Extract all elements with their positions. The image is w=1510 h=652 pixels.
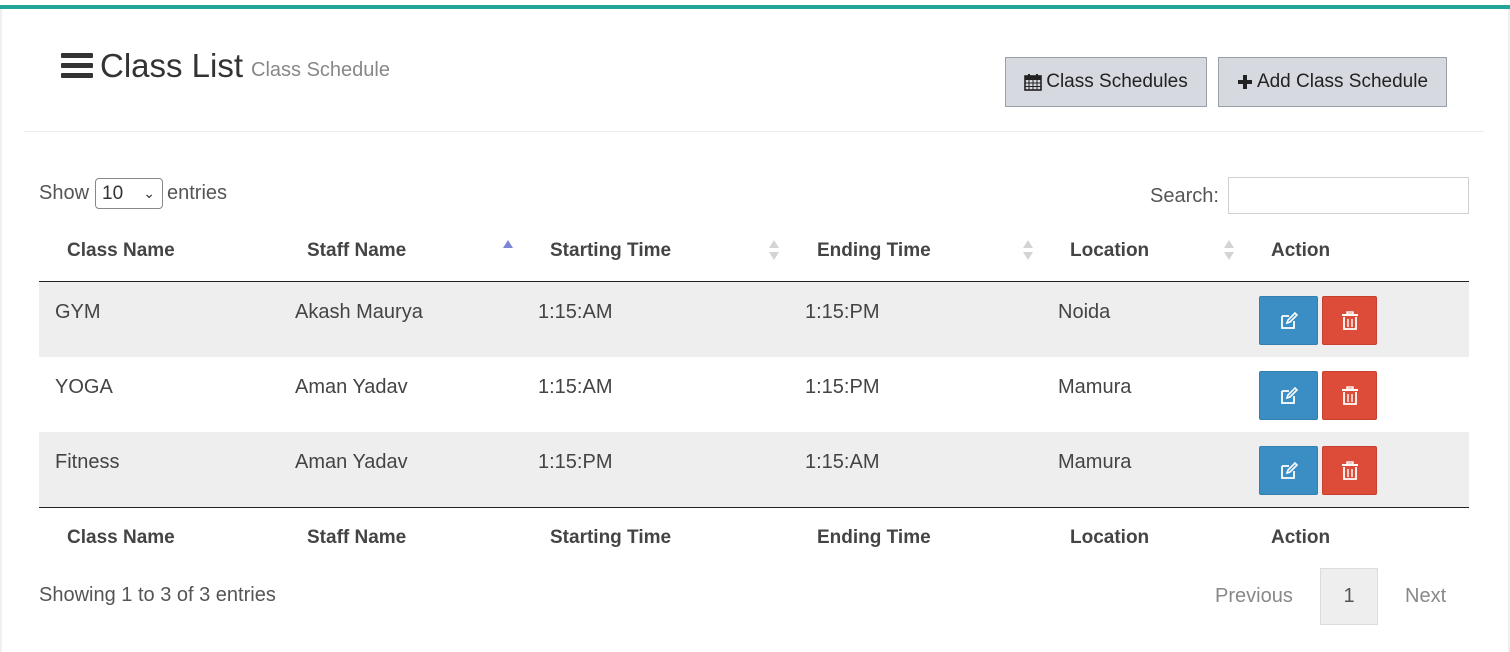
column-header-starting-time[interactable]: Starting Time	[550, 240, 671, 262]
table-info: Showing 1 to 3 of 3 entries	[39, 584, 276, 606]
add-class-schedule-label: Add Class Schedule	[1256, 71, 1429, 92]
footer-header-action: Action	[1271, 527, 1331, 548]
bars-icon	[61, 53, 93, 79]
cell-staff-name: Akash Maurya	[295, 301, 423, 323]
delete-button[interactable]	[1322, 296, 1377, 345]
cell-class-name: YOGA	[55, 376, 113, 398]
show-label: Show	[39, 182, 90, 204]
pagination-previous[interactable]: Previous	[1215, 585, 1293, 608]
cell-staff-name: Aman Yadav	[295, 376, 408, 398]
sort-icon[interactable]	[1022, 240, 1034, 262]
cell-starting-time: 1:15:AM	[538, 301, 613, 323]
search-input[interactable]	[1228, 177, 1469, 214]
cell-ending-time: 1:15:AM	[805, 451, 880, 473]
footer-header-starting-time: Starting Time	[550, 527, 672, 548]
cell-location: Mamura	[1058, 451, 1132, 473]
cell-location: Mamura	[1058, 376, 1132, 398]
cell-ending-time: 1:15:PM	[805, 376, 880, 398]
column-header-action: Action	[1271, 240, 1331, 261]
entries-select-value: 10	[102, 183, 124, 204]
trash-icon	[1341, 460, 1358, 480]
table-row: Fitness Aman Yadav 1:15:PM 1:15:AM Mamur…	[39, 432, 1469, 507]
edit-button[interactable]	[1259, 371, 1318, 420]
edit-icon	[1280, 386, 1298, 404]
footer-header-ending-time: Ending Time	[817, 527, 931, 548]
page-title: Class List	[100, 47, 244, 84]
pagination-next[interactable]: Next	[1405, 585, 1446, 608]
delete-button[interactable]	[1322, 446, 1377, 495]
sort-icon[interactable]	[768, 240, 780, 262]
cell-class-name: GYM	[55, 301, 101, 323]
column-header-ending-time[interactable]: Ending Time	[817, 240, 931, 262]
cell-class-name: Fitness	[55, 451, 120, 473]
cell-ending-time: 1:15:PM	[805, 301, 880, 323]
class-schedules-button[interactable]: Class Schedules	[1005, 57, 1207, 107]
entries-per-page-select[interactable]: 10 ⌄	[95, 178, 163, 209]
plus-icon	[1237, 75, 1252, 89]
trash-icon	[1341, 385, 1358, 405]
header-divider	[24, 131, 1484, 132]
page-subtitle: Class Schedule	[251, 59, 390, 81]
pagination-page-1[interactable]: 1	[1320, 568, 1378, 625]
cell-staff-name: Aman Yadav	[295, 451, 408, 473]
entries-label: entries	[167, 182, 228, 204]
table-row: GYM Akash Maurya 1:15:AM 1:15:PM Noida	[39, 282, 1469, 357]
cell-starting-time: 1:15:AM	[538, 376, 613, 398]
column-header-location[interactable]: Location	[1070, 240, 1149, 262]
class-schedules-label: Class Schedules	[1046, 71, 1188, 92]
add-class-schedule-button[interactable]: Add Class Schedule	[1218, 57, 1447, 107]
cell-location: Noida	[1058, 301, 1111, 323]
edit-icon	[1280, 461, 1298, 479]
delete-button[interactable]	[1322, 371, 1377, 420]
sort-ascending-icon[interactable]	[502, 240, 514, 262]
table-row: YOGA Aman Yadav 1:15:AM 1:15:PM Mamura	[39, 357, 1469, 432]
sort-icon[interactable]	[1223, 240, 1235, 262]
footer-header-location: Location	[1070, 527, 1150, 548]
edit-button[interactable]	[1259, 446, 1318, 495]
top-accent-bar	[0, 0, 1510, 9]
cell-starting-time: 1:15:PM	[538, 451, 613, 473]
footer-header-staff-name: Staff Name	[307, 527, 407, 548]
edit-icon	[1280, 311, 1298, 329]
panel-left-edge	[0, 9, 2, 652]
column-header-class-name[interactable]: Class Name	[67, 240, 175, 262]
calendar-icon	[1024, 74, 1043, 91]
column-header-staff-name[interactable]: Staff Name	[307, 240, 406, 262]
trash-icon	[1341, 310, 1358, 330]
chevron-down-icon: ⌄	[143, 185, 155, 201]
footer-header-class-name: Class Name	[67, 527, 175, 548]
search-label: Search:	[1150, 185, 1219, 207]
table-footer-rule	[39, 507, 1469, 508]
edit-button[interactable]	[1259, 296, 1318, 345]
